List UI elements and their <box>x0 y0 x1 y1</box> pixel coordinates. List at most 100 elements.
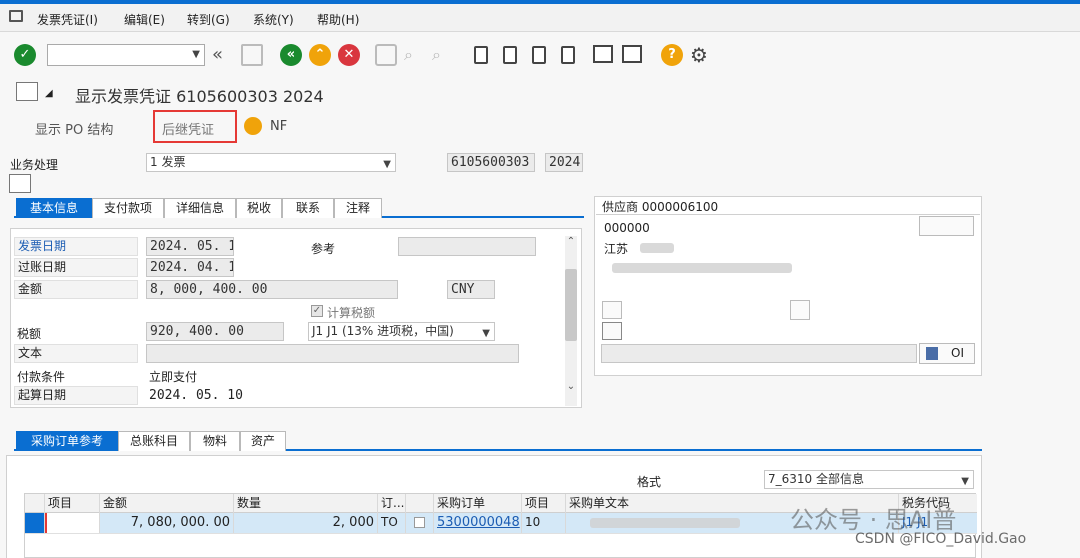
tax-amount-label: 税额 <box>17 327 42 341</box>
invoice-date-field: 2024. 05. 14 <box>146 237 234 256</box>
vendor-doc-icon[interactable] <box>602 301 622 319</box>
find-next-icon[interactable]: ⌕ <box>432 44 454 66</box>
vendor-blur-2 <box>612 263 792 273</box>
tax-code-select[interactable]: J1 J1 (13% 进项税，中国) ▼ <box>308 322 495 341</box>
tax-code-value: J1 J1 (13% 进项税，中国) <box>312 324 454 338</box>
shortcut-icon[interactable] <box>622 45 642 63</box>
amount-label: 金额 <box>14 280 138 299</box>
chevron-down-icon: ▼ <box>482 328 490 339</box>
show-po-structure-button[interactable]: 显示 PO 结构 <box>35 119 113 138</box>
tab-note[interactable]: 注释 <box>334 198 382 218</box>
scroll-up-icon[interactable]: ⌃ <box>565 236 577 247</box>
row-checkbox[interactable] <box>414 517 425 528</box>
nf-coin-icon <box>244 117 262 135</box>
command-field[interactable]: ▼ <box>47 44 205 66</box>
tab-details[interactable]: 详细信息 <box>164 198 236 218</box>
find-icon[interactable]: ⌕ <box>404 44 426 66</box>
small-triangle-icon[interactable]: ◢ <box>45 88 53 99</box>
tab-basic-data[interactable]: 基本信息 <box>16 198 92 218</box>
tab-asset[interactable]: 资产 <box>240 431 286 451</box>
enter-check-icon[interactable]: ✓ <box>14 44 36 66</box>
follow-on-docs-button[interactable]: 后继凭证 <box>162 119 214 138</box>
col-po-item[interactable]: 项目 <box>522 494 566 514</box>
posting-date-label: 过账日期 <box>14 258 138 277</box>
create-session-icon[interactable] <box>593 45 613 63</box>
col-item[interactable]: 项目 <box>45 494 100 514</box>
next-page-icon[interactable] <box>532 46 546 64</box>
row-item-cell[interactable] <box>45 513 100 533</box>
tree-toggle-icon[interactable] <box>9 174 31 193</box>
col-po[interactable]: 采购订单 <box>434 494 522 514</box>
menu-system[interactable]: 系统(Y) <box>253 11 294 28</box>
vendor-title: 供应商 0000006100 <box>602 200 719 214</box>
payment-terms-label: 付款条件 <box>17 370 66 384</box>
tab-gl-account[interactable]: 总账科目 <box>118 431 190 451</box>
gear-icon[interactable]: ⚙ <box>690 44 712 66</box>
row-unit: TO <box>378 513 406 533</box>
open-items-icon <box>926 347 938 360</box>
menu-invoice-doc[interactable]: 发票凭证(I) <box>37 11 98 28</box>
row-selector[interactable] <box>25 513 45 533</box>
vendor-blur-1 <box>640 243 674 253</box>
calc-tax-checkbox[interactable]: ✓ <box>311 305 323 317</box>
last-page-icon[interactable] <box>561 46 575 64</box>
scroll-down-icon[interactable]: ⌄ <box>565 381 577 392</box>
scroll-thumb[interactable] <box>565 269 577 341</box>
vendor-detail-button[interactable] <box>919 216 974 236</box>
screen-icon[interactable] <box>16 82 38 101</box>
menu-help[interactable]: 帮助(H) <box>317 11 359 28</box>
posting-date-field: 2024. 04. 14 <box>146 258 234 277</box>
basic-tabstrip: 基本信息 支付款项 详细信息 税收 联系 注释 <box>14 198 584 218</box>
grid-select-all[interactable] <box>25 494 45 514</box>
item-tabstrip: 采购订单参考 总账科目 物料 资产 <box>14 431 982 451</box>
layout-select[interactable]: 7_6310 全部信息 ▼ <box>764 470 974 489</box>
cancel-icon[interactable]: ✕ <box>338 44 360 66</box>
row-quantity: 2, 000 <box>234 513 378 533</box>
row-amount: 7, 080, 000. 00 <box>100 513 234 533</box>
back-icon[interactable]: « <box>280 44 302 66</box>
col-check-icon[interactable] <box>406 494 434 514</box>
nf-button[interactable]: NF <box>270 119 287 134</box>
print-icon[interactable] <box>375 44 397 66</box>
transaction-select[interactable]: 1 发票 ▼ <box>146 153 396 172</box>
tab-material[interactable]: 物料 <box>190 431 240 451</box>
calc-tax-label: 计算税额 <box>327 306 376 320</box>
menu-goto[interactable]: 转到(G) <box>187 11 230 28</box>
menu-window-icon[interactable] <box>9 10 23 22</box>
text-field <box>146 344 519 363</box>
row-po-link[interactable]: 5300000048 <box>434 513 522 533</box>
open-items-button[interactable]: OI <box>919 343 975 364</box>
invoice-date-label: 发票日期 <box>14 237 138 256</box>
brand-watermark: 公众号 · 思AI普 <box>790 506 957 534</box>
amount-field: 8, 000, 400. 00 <box>146 280 398 299</box>
double-left-icon[interactable]: « <box>212 44 234 66</box>
first-page-icon[interactable] <box>474 46 488 64</box>
col-amount[interactable]: 金额 <box>100 494 234 514</box>
col-order-unit[interactable]: 订... <box>378 494 406 514</box>
tab-contact[interactable]: 联系 <box>282 198 334 218</box>
vendor-city: 江苏 <box>604 242 629 256</box>
text-label: 文本 <box>14 344 138 363</box>
chevron-down-icon: ▼ <box>961 476 969 487</box>
basic-scrollbar[interactable]: ⌃ ⌄ <box>565 236 577 406</box>
vendor-table-icon[interactable] <box>602 322 622 340</box>
tab-tax[interactable]: 税收 <box>236 198 282 218</box>
vendor-divider <box>596 214 980 215</box>
help-icon[interactable]: ? <box>661 44 683 66</box>
layout-select-value: 7_6310 全部信息 <box>768 472 864 486</box>
exit-icon[interactable]: ⌃ <box>309 44 331 66</box>
doc-number-field: 6105600303 <box>447 153 535 172</box>
baseline-date-label: 起算日期 <box>14 386 138 405</box>
tab-po-reference[interactable]: 采购订单参考 <box>16 431 118 451</box>
col-quantity[interactable]: 数量 <box>234 494 378 514</box>
chevron-down-icon: ▼ <box>383 159 391 170</box>
menu-edit[interactable]: 编辑(E) <box>124 11 165 28</box>
vendor-note-icon[interactable] <box>790 300 810 320</box>
tab-payment[interactable]: 支付款项 <box>92 198 164 218</box>
currency-field: CNY <box>447 280 495 299</box>
save-icon[interactable] <box>241 44 263 66</box>
baseline-date-value: 2024. 05. 10 <box>149 388 243 403</box>
previous-page-icon[interactable] <box>503 46 517 64</box>
vendor-bank-field <box>601 344 917 363</box>
reference-label: 参考 <box>311 242 336 256</box>
